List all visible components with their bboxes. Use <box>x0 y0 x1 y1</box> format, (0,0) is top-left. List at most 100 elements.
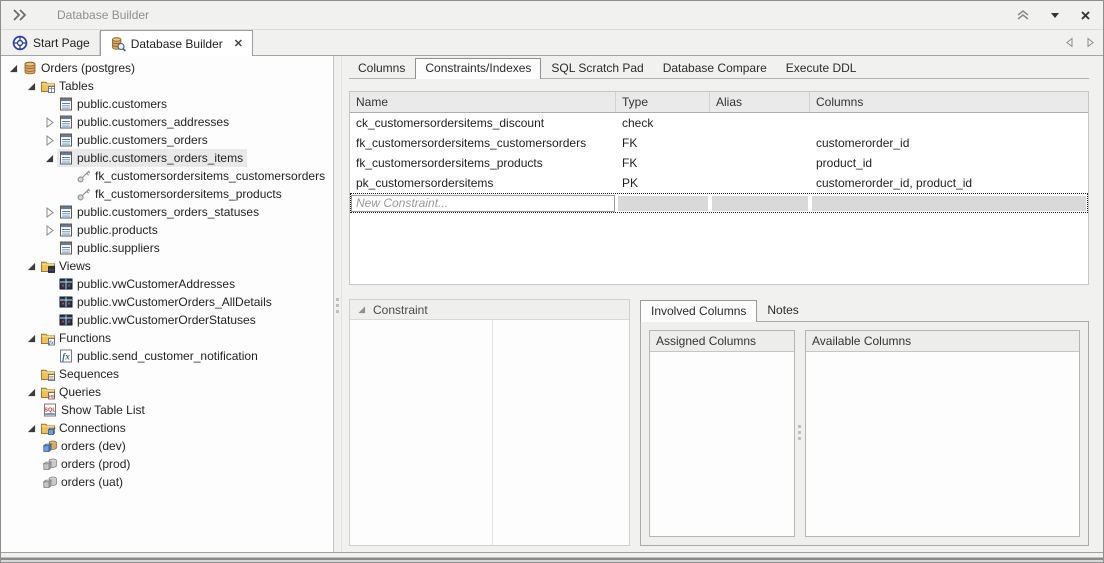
collapse-icon[interactable] <box>23 82 39 91</box>
tree-item-public-customers-orders-items[interactable]: public.customers_orders_items <box>1 149 333 167</box>
tree-item-content: public.vwCustomerAddresses <box>57 275 239 293</box>
tree-item-content: public.products <box>57 221 162 239</box>
tree-item-label: Queries <box>59 385 101 399</box>
tab-close-icon[interactable]: ✕ <box>234 37 243 50</box>
nav-left-icon[interactable] <box>1065 37 1074 48</box>
tree-item-fk-customersordersitems-customersorders[interactable]: fk_customersordersitems_customersorders <box>1 167 333 185</box>
detail-tab-columns[interactable]: Columns <box>349 59 414 78</box>
tree-item-orders-postgres[interactable]: Orders (postgres) <box>1 59 333 77</box>
expand-icon[interactable] <box>41 135 57 146</box>
tree-item-public-vwcustomerorders-alldetails[interactable]: public.vwCustomerOrders_AllDetails <box>1 293 333 311</box>
columns-splitter[interactable] <box>795 330 805 537</box>
collapse-icon[interactable] <box>23 388 39 397</box>
new-constraint-input[interactable] <box>351 195 615 212</box>
detail-tab-bar: ColumnsConstraints/IndexesSQL Scratch Pa… <box>349 59 1089 79</box>
collapse-icon[interactable] <box>5 64 21 73</box>
tree-item-tables[interactable]: Tables <box>1 77 333 95</box>
tree-item-label: fk_customersordersitems_products <box>95 187 282 201</box>
column-header-type[interactable]: Type <box>616 92 710 112</box>
tree-item-content: Views <box>39 257 95 275</box>
tree-item-orders-dev[interactable]: orders (dev) <box>1 437 333 455</box>
tree-item-public-vwcustomerorderstatuses[interactable]: public.vwCustomerOrderStatuses <box>1 311 333 329</box>
collapse-icon[interactable] <box>41 154 57 163</box>
tree-item-public-products[interactable]: public.products <box>1 221 333 239</box>
tree-item-label: Show Table List <box>61 403 145 417</box>
involved-tab-bar: Involved ColumnsNotes <box>640 299 1089 321</box>
key-icon <box>76 186 92 202</box>
double-chevron-up-icon[interactable] <box>1016 8 1030 22</box>
tree-item-public-send-customer-notification[interactable]: fxpublic.send_customer_notification <box>1 347 333 365</box>
tree-item-sequences[interactable]: Sequences <box>1 365 333 383</box>
tree-item-show-table-list[interactable]: SQLShow Table List <box>1 401 333 419</box>
tree-item-label: fk_customersordersitems_customersorders <box>95 169 325 183</box>
tree-item-label: Tables <box>59 79 94 93</box>
tab-notes[interactable]: Notes <box>757 300 808 321</box>
table-row-fk-customersordersitems-customersorders[interactable]: fk_customersordersitems_customersordersF… <box>350 133 1088 153</box>
table-row-pk-customersordersitems[interactable]: pk_customersordersitemsPKcustomerorder_i… <box>350 173 1088 193</box>
main-area: Orders (postgres)Tablespublic.customersp… <box>1 56 1103 553</box>
column-header-alias[interactable]: Alias <box>710 92 810 112</box>
expand-icon[interactable] <box>41 225 57 236</box>
nav-right-icon[interactable] <box>1086 37 1095 48</box>
tree-item-public-suppliers[interactable]: public.suppliers <box>1 239 333 257</box>
tree-item-public-vwcustomeraddresses[interactable]: public.vwCustomerAddresses <box>1 275 333 293</box>
tree-splitter[interactable] <box>334 56 342 552</box>
detail-tab-database-compare[interactable]: Database Compare <box>654 59 776 78</box>
table-header-row: NameTypeAliasColumns <box>350 92 1088 113</box>
collapse-icon[interactable] <box>23 424 39 433</box>
table-row-fk-customersordersitems-products[interactable]: fk_customersordersitems_productsFKproduc… <box>350 153 1088 173</box>
involved-columns-panel: Involved ColumnsNotes Assigned Columns A… <box>640 299 1089 546</box>
constraint-panel: Constraint <box>349 299 630 546</box>
tree-item-fk-customersordersitems-products[interactable]: fk_customersordersitems_products <box>1 185 333 203</box>
sql-file-icon: SQL <box>42 402 58 418</box>
available-columns-list[interactable] <box>806 352 1079 536</box>
expand-icon[interactable] <box>41 117 57 128</box>
tree-item-public-customers[interactable]: public.customers <box>1 95 333 113</box>
dropdown-arrow-icon[interactable] <box>1050 11 1060 19</box>
table-row-ck-customersordersitems-discount[interactable]: ck_customersordersitems_discountcheck <box>350 113 1088 133</box>
expand-icon[interactable] <box>41 207 57 218</box>
tree-item-content: Sequences <box>39 365 123 383</box>
view-icon <box>58 312 74 328</box>
tree-item-label: orders (uat) <box>61 475 123 489</box>
tree-item-public-customers-addresses[interactable]: public.customers_addresses <box>1 113 333 131</box>
tree-item-content: SQLShow Table List <box>41 401 149 419</box>
tree-item-content: orders (prod) <box>41 455 134 473</box>
assigned-columns-list[interactable] <box>650 352 794 536</box>
tree-item-label: Functions <box>59 331 111 345</box>
tree-item-content: public.vwCustomerOrderStatuses <box>57 311 260 329</box>
constraint-properties-grid[interactable] <box>350 320 629 545</box>
tree-item-public-customers-orders[interactable]: public.customers_orders <box>1 131 333 149</box>
close-icon[interactable] <box>1080 10 1091 21</box>
tree-item-functions[interactable]: fxFunctions <box>1 329 333 347</box>
new-constraint-type-cell <box>618 196 708 211</box>
double-chevron-right-icon[interactable] <box>11 8 29 22</box>
tab-database-builder[interactable]: Database Builder ✕ <box>100 30 253 56</box>
database-icon <box>22 60 38 76</box>
folder-connections-icon <box>40 420 56 436</box>
tree-item-connections[interactable]: Connections <box>1 419 333 437</box>
constraint-panel-header[interactable]: Constraint <box>350 300 629 320</box>
detail-tab-constraints-indexes[interactable]: Constraints/Indexes <box>415 58 541 79</box>
detail-tab-execute-ddl[interactable]: Execute DDL <box>777 59 866 78</box>
function-icon: fx <box>58 348 74 364</box>
ea-logo-icon <box>12 35 28 51</box>
tree-item-orders-uat[interactable]: orders (uat) <box>1 473 333 491</box>
key-icon <box>76 168 92 184</box>
tree-item-content: public.vwCustomerOrders_AllDetails <box>57 293 276 311</box>
cell-type: FK <box>616 156 710 170</box>
tree-item-queries[interactable]: sqlQueries <box>1 383 333 401</box>
tab-involved-columns[interactable]: Involved Columns <box>640 300 757 322</box>
tree-item-public-customers-orders-statuses[interactable]: public.customers_orders_statuses <box>1 203 333 221</box>
tab-start-page[interactable]: Start Page <box>3 31 100 55</box>
tree-item-orders-prod[interactable]: orders (prod) <box>1 455 333 473</box>
tree-item-label: Connections <box>59 421 126 435</box>
collapse-icon[interactable] <box>23 262 39 271</box>
collapse-icon[interactable] <box>23 334 39 343</box>
detail-tab-sql-scratch-pad[interactable]: SQL Scratch Pad <box>542 59 652 78</box>
tree-item-views[interactable]: Views <box>1 257 333 275</box>
tree-item-content: Orders (postgres) <box>21 59 139 77</box>
column-header-name[interactable]: Name <box>350 92 616 112</box>
column-header-columns[interactable]: Columns <box>810 92 1088 112</box>
involved-columns-body: Assigned Columns Available Columns <box>640 321 1089 546</box>
